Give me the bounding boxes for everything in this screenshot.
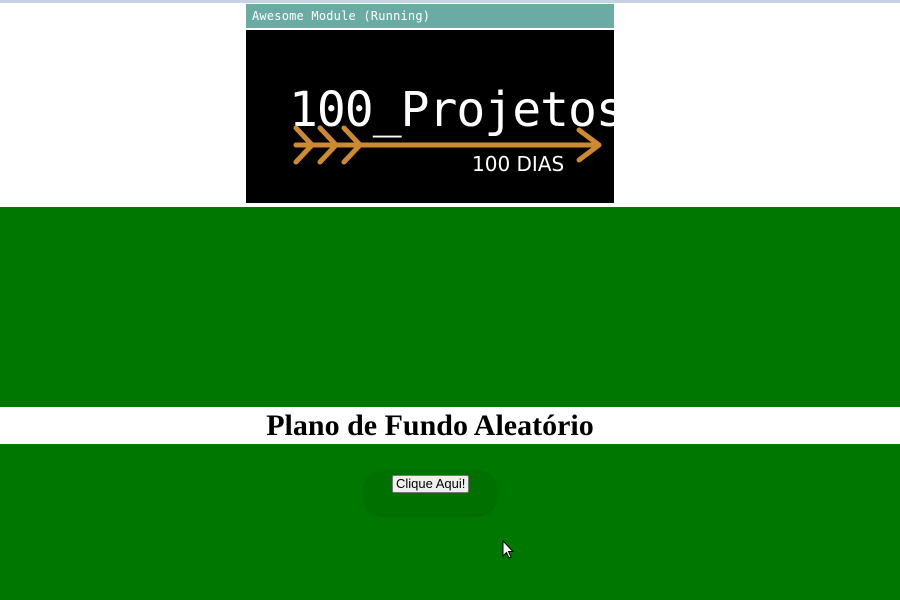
banner-headline: 100_Projetos <box>289 82 614 138</box>
banner-graphic: 100_Projetos 100 DIAS <box>289 82 614 176</box>
awesome-module-window: Awesome Module (Running) 100_Projetos 10… <box>246 4 614 203</box>
click-here-button[interactable]: Clique Aqui! <box>392 475 470 493</box>
window-top-border <box>0 0 900 3</box>
title-band: Plano de Fundo Aleatório <box>0 407 900 444</box>
module-title-bar[interactable]: Awesome Module (Running) <box>246 4 614 28</box>
page-title: Plano de Fundo Aleatório <box>266 409 594 442</box>
mouse-pointer-icon <box>502 540 514 559</box>
background-upper <box>0 207 900 407</box>
background-lower <box>0 444 900 600</box>
project-banner: 100_Projetos 100 DIAS <box>246 30 614 203</box>
banner-subline: 100 DIAS <box>472 152 564 176</box>
